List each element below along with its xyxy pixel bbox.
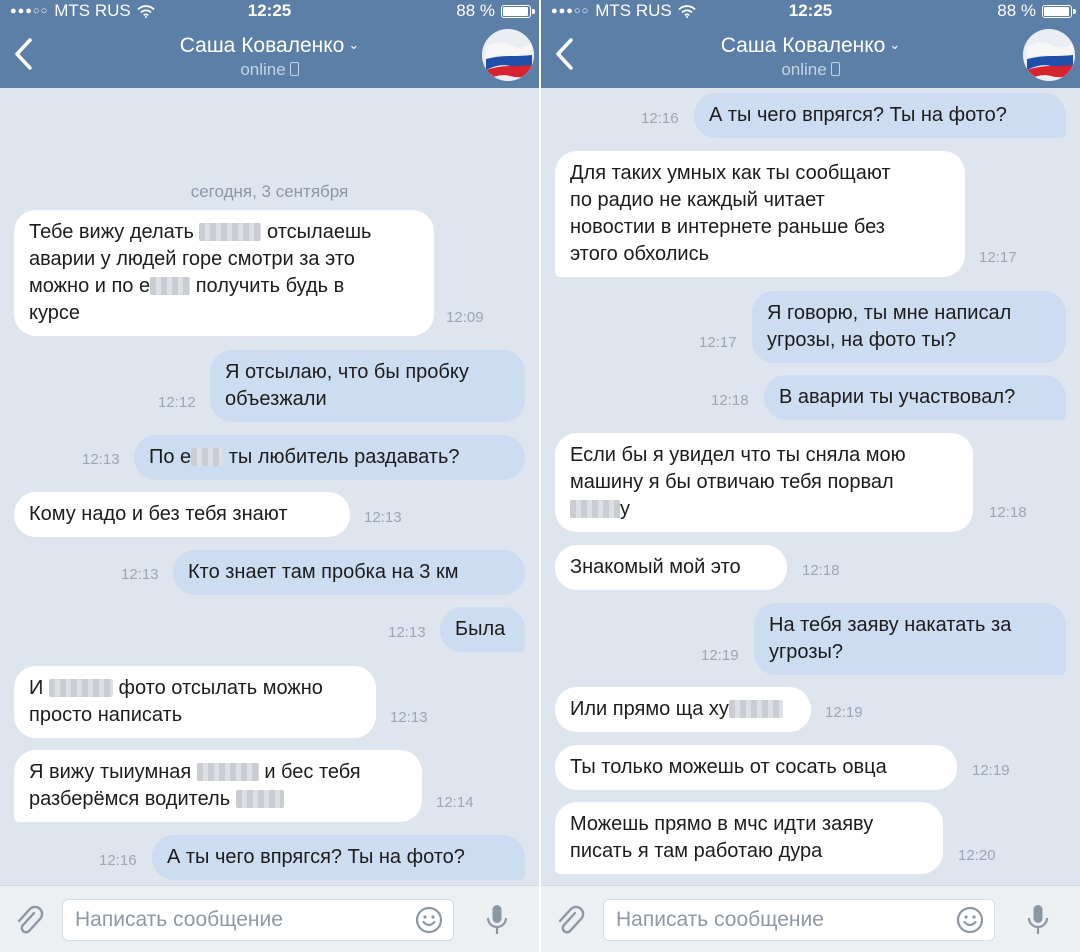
message-time: 12:19 [701, 647, 739, 664]
avatar[interactable] [1023, 29, 1075, 81]
message-time: 12:16 [641, 110, 679, 127]
message-bubble-outgoing[interactable]: По е ты любитель раздавать? [134, 435, 525, 480]
paperclip-icon[interactable] [14, 904, 44, 936]
censored-word [728, 700, 783, 718]
message-bubble-incoming[interactable]: Можешь прямо в мчс идти заяву писать я т… [555, 802, 943, 874]
contact-name[interactable]: Саша Коваленко ⌄ [541, 34, 1080, 58]
message-list[interactable]: сегодня, 3 сентября Тебе вижу делать отс… [0, 88, 539, 886]
paperclip-icon[interactable] [555, 904, 585, 936]
nav-bar: ●●●○○ MTS RUS 12:25 88 % Саша Коваленко ⌄… [541, 0, 1080, 88]
presence-status: online [0, 60, 539, 80]
message-time: 12:13 [364, 509, 402, 526]
right-phone-screen: ●●●○○ MTS RUS 12:25 88 % Саша Коваленко ⌄… [541, 0, 1080, 952]
message-time: 12:16 [99, 852, 137, 869]
status-bar: ●●●○○ MTS RUS 12:25 88 % [0, 0, 539, 22]
message-bubble-outgoing[interactable]: В аварии ты участвовал? [764, 375, 1066, 420]
battery-label: 88 % [456, 1, 495, 20]
emoji-icon[interactable] [415, 906, 443, 934]
message-time: 12:19 [825, 704, 863, 721]
message-time: 12:20 [958, 847, 996, 864]
censored-word [48, 679, 113, 697]
message-bubble-incoming[interactable]: И фото отсылать можно просто написать [14, 666, 376, 738]
message-time: 12:17 [979, 249, 1017, 266]
mobile-icon [289, 62, 299, 76]
message-time: 12:18 [989, 504, 1027, 521]
message-bubble-incoming[interactable]: Тебе вижу делать отсылаешь аварии у люде… [14, 210, 434, 336]
censored-word [235, 790, 284, 808]
censored-word [199, 223, 262, 241]
message-bubble-incoming[interactable]: Если бы я увидел что ты сняла мою машину… [555, 433, 973, 532]
message-bubble-outgoing[interactable]: На тебя заяву накатать за угрозы? [754, 603, 1066, 675]
censored-word [191, 448, 224, 466]
message-bubble-outgoing[interactable]: Кто знает там пробка на 3 км [173, 550, 525, 595]
composer-bar: Написать сообщение [541, 885, 1080, 952]
russia-flag-icon [482, 29, 534, 81]
message-time: 12:18 [711, 392, 749, 409]
date-separator: сегодня, 3 сентября [190, 182, 349, 201]
battery-label: 88 % [997, 1, 1036, 20]
message-input[interactable]: Написать сообщение [62, 899, 454, 941]
message-bubble-incoming[interactable]: Ты только можешь от сосать овца [555, 745, 957, 790]
left-phone-screen: ●●●○○ MTS RUS 12:25 88 % Саша Коваленко ⌄… [0, 0, 539, 952]
message-time: 12:13 [390, 709, 428, 726]
message-time: 12:13 [121, 566, 159, 583]
battery-icon [501, 4, 535, 18]
composer-bar: Написать сообщение [0, 885, 539, 952]
avatar[interactable] [482, 29, 534, 81]
message-bubble-incoming[interactable]: Кому надо и без тебя знают [14, 492, 350, 537]
status-bar: ●●●○○ MTS RUS 12:25 88 % [541, 0, 1080, 22]
russia-flag-icon [1023, 29, 1075, 81]
message-time: 12:17 [699, 334, 737, 351]
censored-word [570, 500, 620, 518]
message-bubble-incoming[interactable]: Я вижу тыиумная и бес тебя разберёмся во… [14, 750, 422, 822]
message-time: 12:13 [82, 451, 120, 468]
message-time: 12:18 [802, 562, 840, 579]
message-time: 12:19 [972, 762, 1010, 779]
message-bubble-outgoing[interactable]: Я отсылаю, что бы пробку объезжали [210, 350, 525, 422]
message-bubble-incoming[interactable]: Знакомый мой это [555, 545, 787, 590]
chevron-down-icon: ⌄ [348, 37, 360, 52]
message-bubble-incoming[interactable]: Для таких умных как ты сообщают по радио… [555, 151, 965, 277]
chevron-down-icon: ⌄ [889, 37, 901, 52]
message-bubble-outgoing[interactable]: Была [440, 607, 525, 652]
contact-name[interactable]: Саша Коваленко ⌄ [0, 34, 539, 58]
censored-word [150, 277, 191, 295]
censored-word [196, 763, 259, 781]
message-time: 12:12 [158, 394, 196, 411]
message-time: 12:09 [446, 309, 484, 326]
message-bubble-outgoing[interactable]: А ты чего впрягся? Ты на фото? [694, 93, 1066, 138]
message-bubble-incoming[interactable]: Или прямо ща ху [555, 687, 811, 732]
message-input-placeholder: Написать сообщение [616, 908, 824, 931]
battery-icon [1042, 4, 1076, 18]
message-input[interactable]: Написать сообщение [603, 899, 995, 941]
nav-bar: ●●●○○ MTS RUS 12:25 88 % Саша Коваленко ⌄… [0, 0, 539, 88]
message-input-placeholder: Написать сообщение [75, 908, 283, 931]
message-time: 12:13 [388, 624, 426, 641]
microphone-icon[interactable] [486, 904, 508, 936]
message-time: 12:14 [436, 794, 474, 811]
mobile-icon [830, 62, 840, 76]
presence-status: online [541, 60, 1080, 80]
message-bubble-outgoing[interactable]: А ты чего впрягся? Ты на фото? [152, 835, 525, 880]
message-bubble-outgoing[interactable]: Я говорю, ты мне написал угрозы, на фото… [752, 291, 1066, 363]
emoji-icon[interactable] [956, 906, 984, 934]
message-list[interactable]: А ты чего впрягся? Ты на фото? 12:16 Для… [541, 88, 1080, 886]
microphone-icon[interactable] [1027, 904, 1049, 936]
